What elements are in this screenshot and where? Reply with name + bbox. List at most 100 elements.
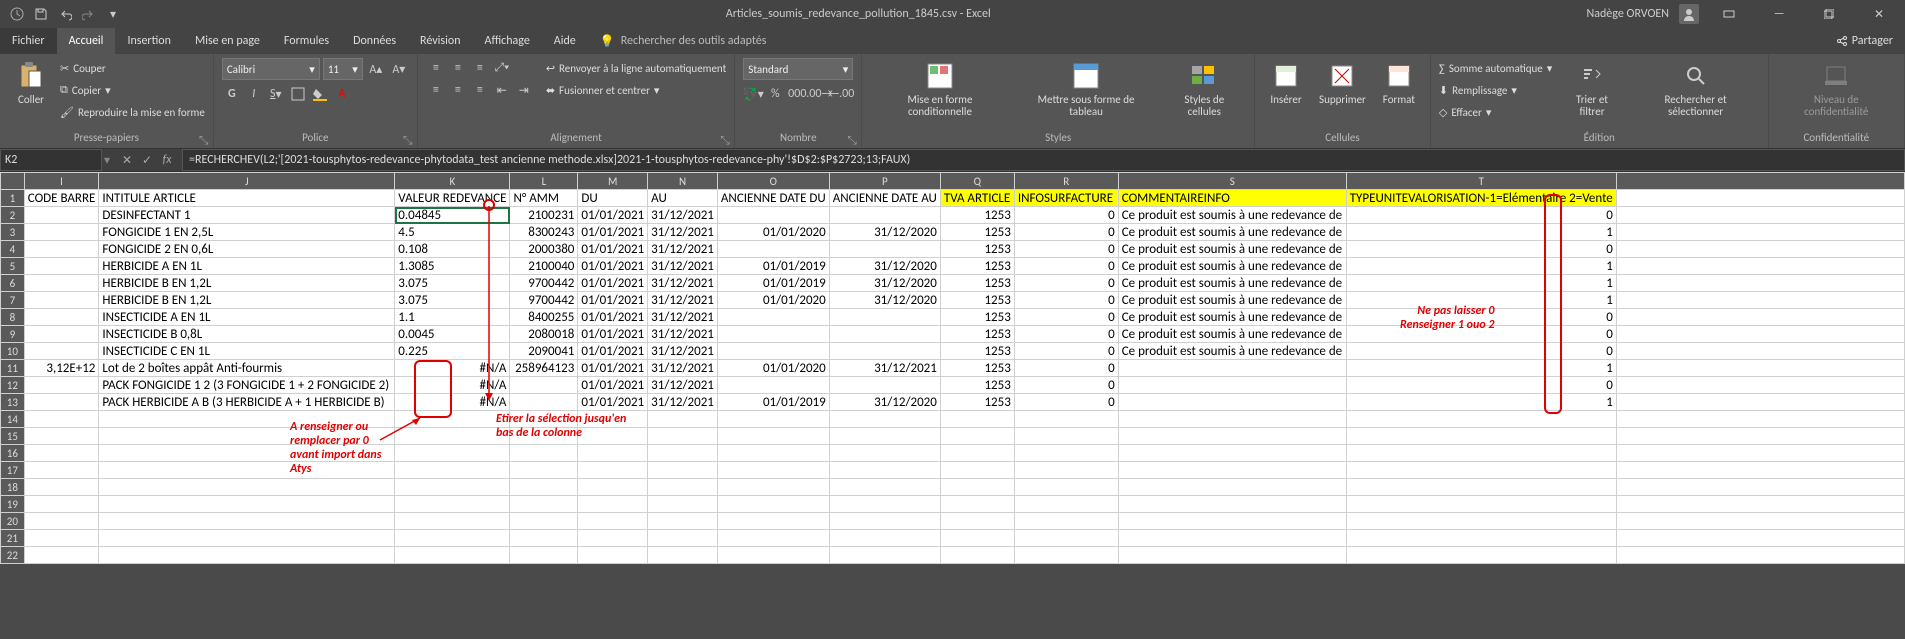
cell-O17[interactable] [717, 462, 829, 479]
increase-font-icon[interactable]: A▴ [366, 59, 386, 79]
cell-M15[interactable] [578, 428, 648, 445]
fill-button[interactable]: ⬇Remplissage▾ [1439, 80, 1552, 100]
cell-L10[interactable]: 2090041 [510, 343, 578, 360]
cell-M14[interactable] [578, 411, 648, 428]
cell-P5[interactable]: 31/12/2020 [829, 258, 940, 275]
cell-Q16[interactable] [940, 445, 1014, 462]
cell-O15[interactable] [717, 428, 829, 445]
cell-I22[interactable] [24, 547, 99, 564]
header-cell[interactable]: INFOSURFACTURE [1014, 190, 1118, 207]
cell-T4[interactable]: 0 [1346, 241, 1616, 258]
cell-S15[interactable] [1118, 428, 1346, 445]
tab-data[interactable]: Données [341, 28, 408, 54]
cell-S7[interactable]: Ce produit est soumis à une redevance de [1118, 292, 1346, 309]
col-header-T[interactable]: T [1346, 173, 1616, 190]
cell-J18[interactable] [99, 479, 395, 496]
cell-O20[interactable] [717, 513, 829, 530]
cell-K21[interactable] [395, 530, 510, 547]
cell-R10[interactable]: 0 [1014, 343, 1118, 360]
cell-N16[interactable] [648, 445, 718, 462]
cell-R8[interactable]: 0 [1014, 309, 1118, 326]
sensitivity-button[interactable]: Niveau de confidentialité [1777, 58, 1897, 120]
cell-R2[interactable]: 0 [1014, 207, 1118, 224]
cell-N2[interactable]: 31/12/2021 [648, 207, 718, 224]
cell-P9[interactable] [829, 326, 940, 343]
cell-L22[interactable] [510, 547, 578, 564]
align-center-icon[interactable]: ≡ [448, 80, 468, 100]
cell-J8[interactable]: INSECTICIDE A EN 1L [99, 309, 395, 326]
cell-O7[interactable]: 01/01/2020 [717, 292, 829, 309]
cell-M20[interactable] [578, 513, 648, 530]
cell-R12[interactable]: 0 [1014, 377, 1118, 394]
cell-P16[interactable] [829, 445, 940, 462]
currency-icon[interactable]: 💱▾ [743, 84, 763, 104]
cell-P21[interactable] [829, 530, 940, 547]
align-bottom-icon[interactable]: ≡ [470, 58, 490, 78]
cell-L8[interactable]: 8400255 [510, 309, 578, 326]
cell-J6[interactable]: HERBICIDE B EN 1,2L [99, 275, 395, 292]
cell-T21[interactable] [1346, 530, 1616, 547]
fx-icon[interactable]: fx [158, 151, 176, 169]
cell-M13[interactable]: 01/01/2021 [578, 394, 648, 411]
cell-J9[interactable]: INSECTICIDE B 0,8L [99, 326, 395, 343]
cell-T22[interactable] [1346, 547, 1616, 564]
cell-K10[interactable]: 0.225 [395, 343, 510, 360]
cell-K17[interactable] [395, 462, 510, 479]
cell-T5[interactable]: 1 [1346, 258, 1616, 275]
tab-review[interactable]: Révision [408, 28, 472, 54]
cell-J3[interactable]: FONGICIDE 1 EN 2,5L [99, 224, 395, 241]
header-cell[interactable]: ANCIENNE DATE AU [829, 190, 940, 207]
cell-K4[interactable]: 0.108 [395, 241, 510, 258]
row-header-1[interactable]: 1 [1, 190, 25, 207]
italic-button[interactable]: I [244, 84, 264, 104]
tab-view[interactable]: Affichage [473, 28, 542, 54]
cell-L14[interactable] [510, 411, 578, 428]
cell-J2[interactable]: DESINFECTANT 1 [99, 207, 395, 224]
cell-R6[interactable]: 0 [1014, 275, 1118, 292]
cell-O9[interactable] [717, 326, 829, 343]
col-header-L[interactable]: L [510, 173, 578, 190]
cell-R14[interactable] [1014, 411, 1118, 428]
cell-J5[interactable]: HERBICIDE A EN 1L [99, 258, 395, 275]
cell-R21[interactable] [1014, 530, 1118, 547]
cell-M11[interactable]: 01/01/2021 [578, 360, 648, 377]
col-header-K[interactable]: K [395, 173, 510, 190]
cell-L11[interactable]: 258964123 [510, 360, 578, 377]
cell-M21[interactable] [578, 530, 648, 547]
cell-L5[interactable]: 2100040 [510, 258, 578, 275]
cell-M22[interactable] [578, 547, 648, 564]
cell-T15[interactable] [1346, 428, 1616, 445]
cell-R11[interactable]: 0 [1014, 360, 1118, 377]
header-cell[interactable]: VALEUR REDEVANCE [395, 190, 510, 207]
cell-S14[interactable] [1118, 411, 1346, 428]
percent-icon[interactable]: % [765, 84, 785, 104]
cell-M6[interactable]: 01/01/2021 [578, 275, 648, 292]
cell-K7[interactable]: 3.075 [395, 292, 510, 309]
cell-T14[interactable] [1346, 411, 1616, 428]
cell-S9[interactable]: Ce produit est soumis à une redevance de [1118, 326, 1346, 343]
name-box[interactable]: K2 [0, 149, 102, 171]
cell-P6[interactable]: 31/12/2020 [829, 275, 940, 292]
cell-S20[interactable] [1118, 513, 1346, 530]
cell-M5[interactable]: 01/01/2021 [578, 258, 648, 275]
cell-K3[interactable]: 4.5 [395, 224, 510, 241]
insert-cells-button[interactable]: Insérer [1263, 58, 1309, 108]
indent-inc-icon[interactable]: ⇥ [514, 80, 534, 100]
cell-K6[interactable]: 3.075 [395, 275, 510, 292]
cell-J21[interactable] [99, 530, 395, 547]
row-header-6[interactable]: 6 [1, 275, 25, 292]
cell-Q2[interactable]: 1253 [940, 207, 1014, 224]
cell-R9[interactable]: 0 [1014, 326, 1118, 343]
cell-Q21[interactable] [940, 530, 1014, 547]
border-button[interactable] [288, 84, 308, 104]
format-painter-button[interactable]: 🖌Reproduire la mise en forme [60, 102, 205, 122]
cell-Q9[interactable]: 1253 [940, 326, 1014, 343]
tab-help[interactable]: Aide [542, 28, 588, 54]
cell-N22[interactable] [648, 547, 718, 564]
cell-S13[interactable] [1118, 394, 1346, 411]
number-format-combo[interactable]: Standard▾ [743, 58, 853, 80]
cell-Q8[interactable]: 1253 [940, 309, 1014, 326]
cell-Q19[interactable] [940, 496, 1014, 513]
cell-S18[interactable] [1118, 479, 1346, 496]
cell-S21[interactable] [1118, 530, 1346, 547]
